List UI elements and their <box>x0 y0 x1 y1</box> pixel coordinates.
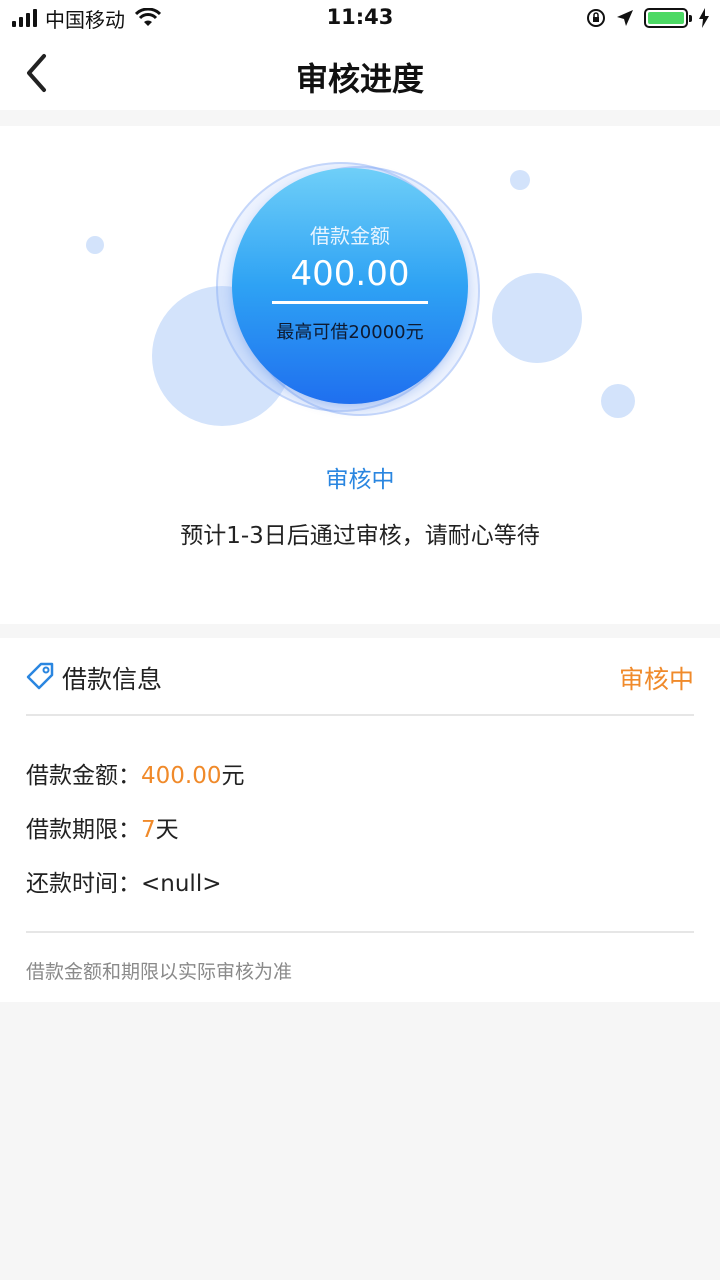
loan-info-card: 借款信息 审核中 借款金额：400.00元 借款期限：7天 还款时间：<null… <box>0 638 720 1002</box>
loan-term-unit: 天 <box>155 817 179 843</box>
max-amount-text: 最高可借20000元 <box>276 322 424 343</box>
loan-info-title: 借款信息 <box>62 665 163 694</box>
repay-time-value: <null> <box>141 871 222 897</box>
loan-info-footer-note: 借款金额和期限以实际审核为准 <box>26 931 694 984</box>
status-bar-right <box>586 6 710 30</box>
loan-info-header: 借款信息 审核中 <box>26 638 694 716</box>
progress-card: 借款金额 400.00 最高可借20000元 审核中 预计1-3日后通过审核，请… <box>0 126 720 624</box>
battery-icon <box>644 8 692 28</box>
charging-icon <box>699 8 709 28</box>
decor-bubble <box>86 236 104 254</box>
page-title: 审核进度 <box>295 60 424 98</box>
loan-term-row: 借款期限：7天 <box>26 810 179 844</box>
decor-bubble <box>492 273 582 363</box>
rotation-lock-icon <box>587 9 605 27</box>
review-hint: 预计1-3日后通过审核，请耐心等待 <box>180 523 540 549</box>
decor-bubble <box>510 170 530 190</box>
status-bar: 中国移动 11:43 <box>0 0 720 36</box>
loan-info-status: 审核中 <box>618 665 694 694</box>
loan-term-value: 7 <box>141 817 156 843</box>
loan-term-label: 借款期限： <box>26 817 141 843</box>
loan-amount-value: 400.00 <box>141 763 222 789</box>
loan-amount-label: 借款金额： <box>26 763 141 789</box>
repay-time-label: 还款时间： <box>26 871 141 897</box>
loan-amount-unit: 元 <box>221 763 245 789</box>
decor-bubble <box>601 384 635 418</box>
amount-circle: 借款金额 400.00 最高可借20000元 <box>232 168 468 404</box>
nav-bar: 审核进度 <box>0 36 720 110</box>
repay-time-row: 还款时间：<null> <box>26 864 221 898</box>
loan-amount-row: 借款金额：400.00元 <box>26 756 244 790</box>
amount-value: 400.00 <box>290 254 410 294</box>
review-status: 审核中 <box>325 467 395 493</box>
amount-label: 借款金额 <box>310 224 390 248</box>
tag-icon <box>26 662 54 690</box>
location-icon <box>617 10 633 26</box>
amount-underline <box>272 301 428 304</box>
